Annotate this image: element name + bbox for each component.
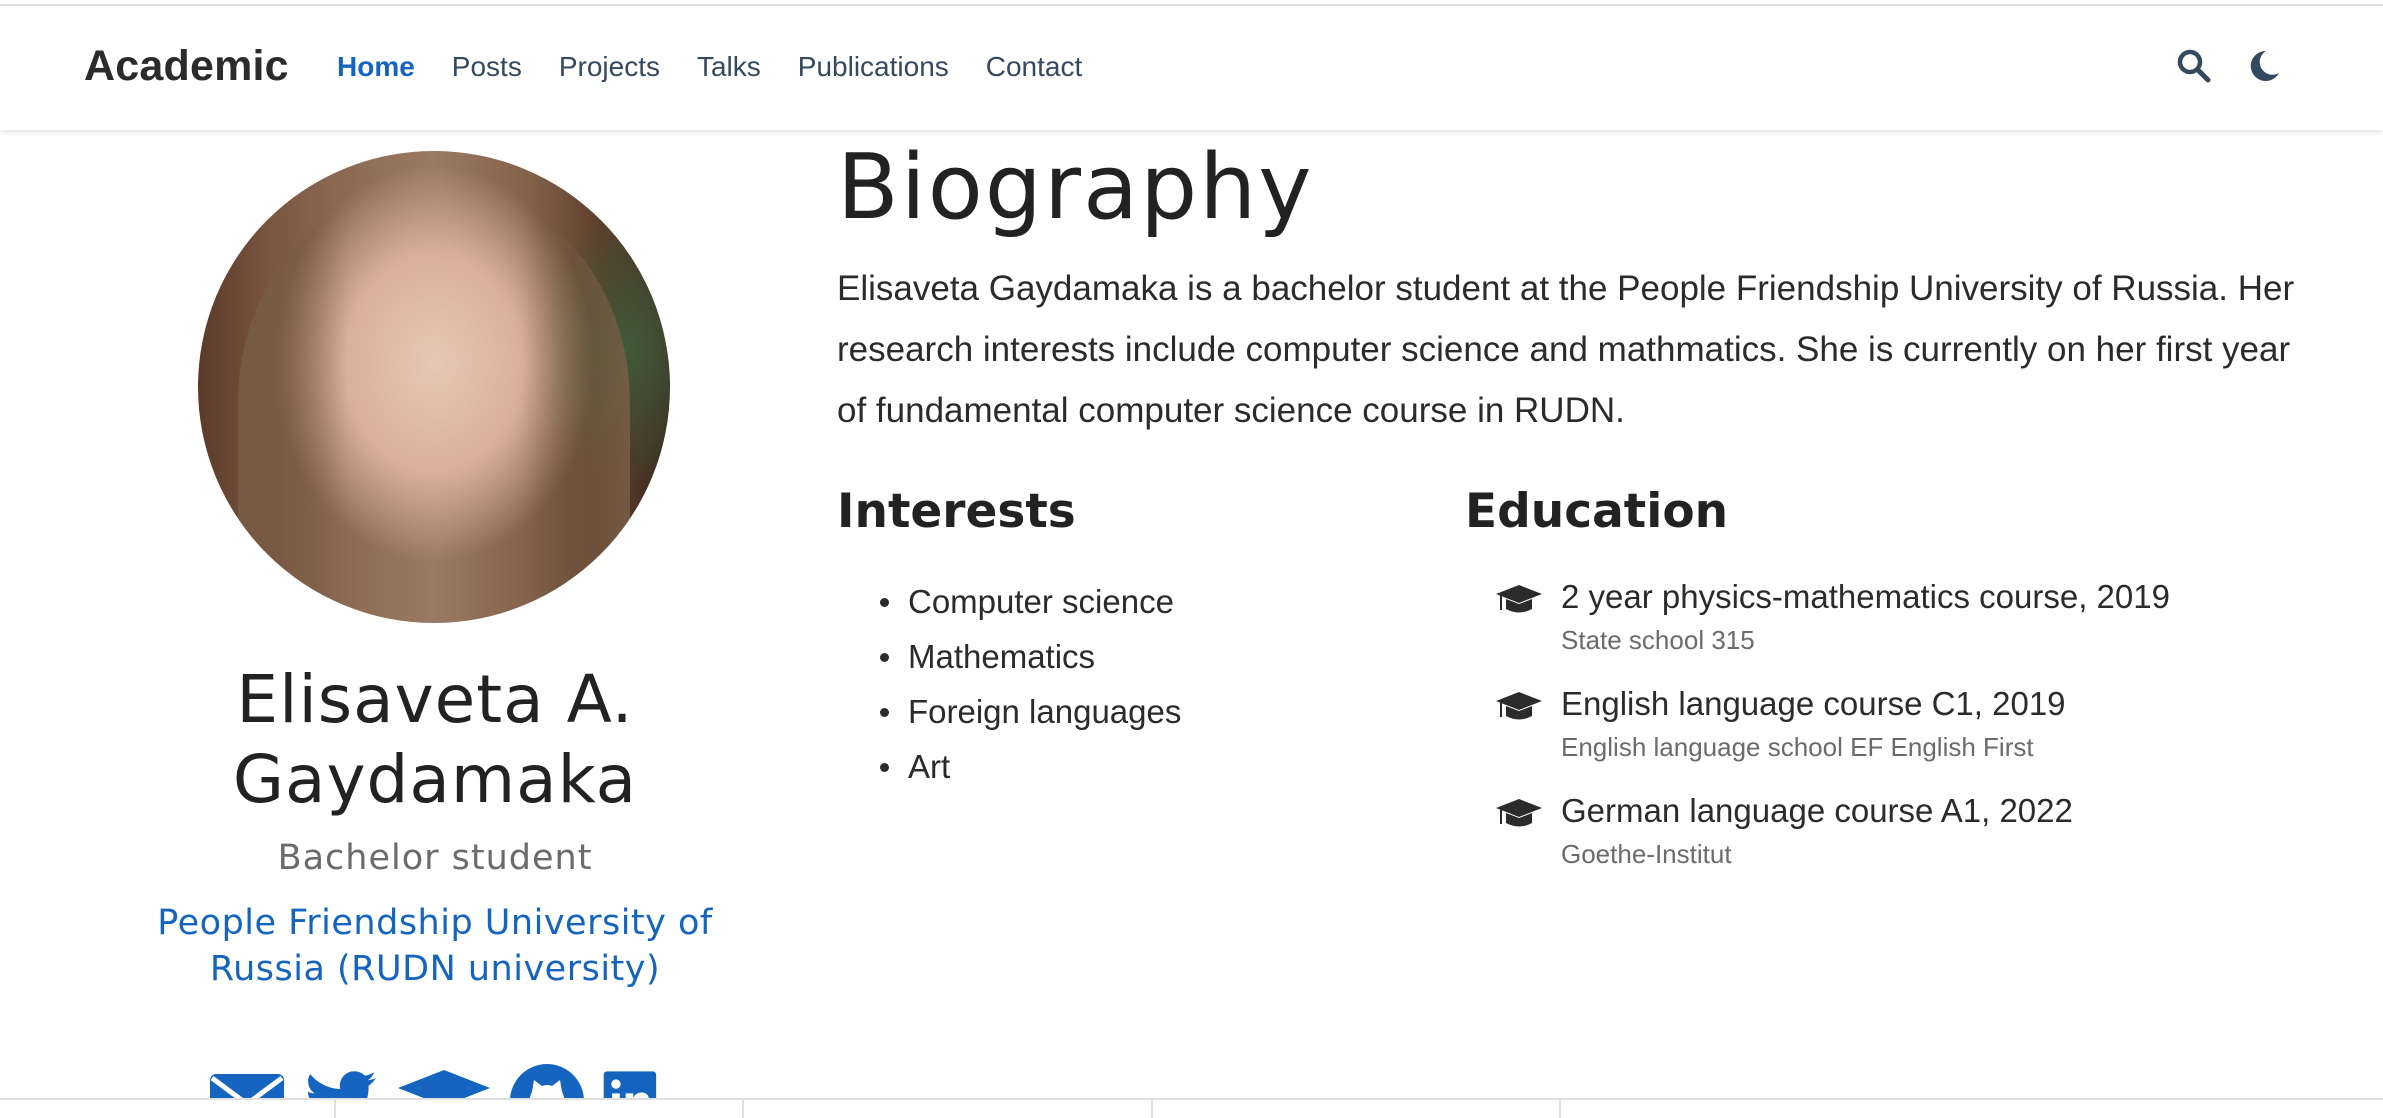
education-school: English language school EF English First bbox=[1561, 732, 2034, 762]
list-item: Foreign languages bbox=[880, 684, 1181, 739]
education-course: German language course A1, 2022 bbox=[1561, 792, 2073, 829]
education-title: Education bbox=[1465, 484, 1729, 539]
nav-menu: Home Posts Projects Talks Publications C… bbox=[337, 51, 1082, 83]
nav-link-projects[interactable]: Projects bbox=[559, 51, 660, 83]
list-item: Computer science bbox=[880, 574, 1181, 629]
education-item: English language course C1, 2019 English… bbox=[1495, 681, 2170, 788]
moon-icon[interactable] bbox=[2246, 48, 2282, 84]
nav-link-contact[interactable]: Contact bbox=[986, 51, 1083, 83]
list-item: Mathematics bbox=[880, 629, 1181, 684]
interests-title: Interests bbox=[837, 484, 1076, 539]
nav-link-talks[interactable]: Talks bbox=[697, 51, 761, 83]
divider bbox=[334, 1100, 336, 1118]
interests-list: Computer science Mathematics Foreign lan… bbox=[880, 574, 1181, 794]
nav-tools bbox=[2176, 48, 2282, 84]
bottom-edge bbox=[0, 1098, 2383, 1118]
navbar: Academic Home Posts Projects Talks Publi… bbox=[0, 6, 2383, 130]
avatar-photo-detail bbox=[238, 191, 630, 623]
divider bbox=[1151, 1100, 1153, 1118]
search-icon[interactable] bbox=[2176, 48, 2212, 84]
list-item: Art bbox=[880, 739, 1181, 794]
nav-link-home[interactable]: Home bbox=[337, 51, 415, 83]
nav-link-publications[interactable]: Publications bbox=[798, 51, 949, 83]
divider bbox=[1559, 1100, 1561, 1118]
graduation-cap-icon bbox=[1496, 799, 1542, 827]
biography-text: Elisaveta Gaydamaka is a bachelor studen… bbox=[837, 269, 2295, 430]
education-list: 2 year physics-mathematics course, 2019 … bbox=[1495, 574, 2170, 895]
divider bbox=[742, 1100, 744, 1118]
graduation-cap-icon bbox=[1496, 585, 1542, 613]
profile-organization-link[interactable]: People Friendship University of Russia (… bbox=[110, 900, 760, 992]
education-item: German language course A1, 2022 Goethe-I… bbox=[1495, 788, 2170, 895]
graduation-cap-icon bbox=[1496, 692, 1542, 720]
education-course: English language course C1, 2019 bbox=[1561, 685, 2066, 722]
nav-link-posts[interactable]: Posts bbox=[452, 51, 522, 83]
biography-title: Biography bbox=[837, 135, 1314, 240]
education-item: 2 year physics-mathematics course, 2019 … bbox=[1495, 574, 2170, 681]
profile-avatar bbox=[198, 151, 670, 623]
profile-name: Elisaveta A. Gaydamaka bbox=[232, 661, 638, 818]
education-school: State school 315 bbox=[1561, 625, 1755, 655]
education-course: 2 year physics-mathematics course, 2019 bbox=[1561, 578, 2170, 615]
profile-role: Bachelor student bbox=[277, 838, 593, 878]
education-school: Goethe-Institut bbox=[1561, 839, 1732, 869]
site-brand[interactable]: Academic bbox=[84, 42, 289, 91]
